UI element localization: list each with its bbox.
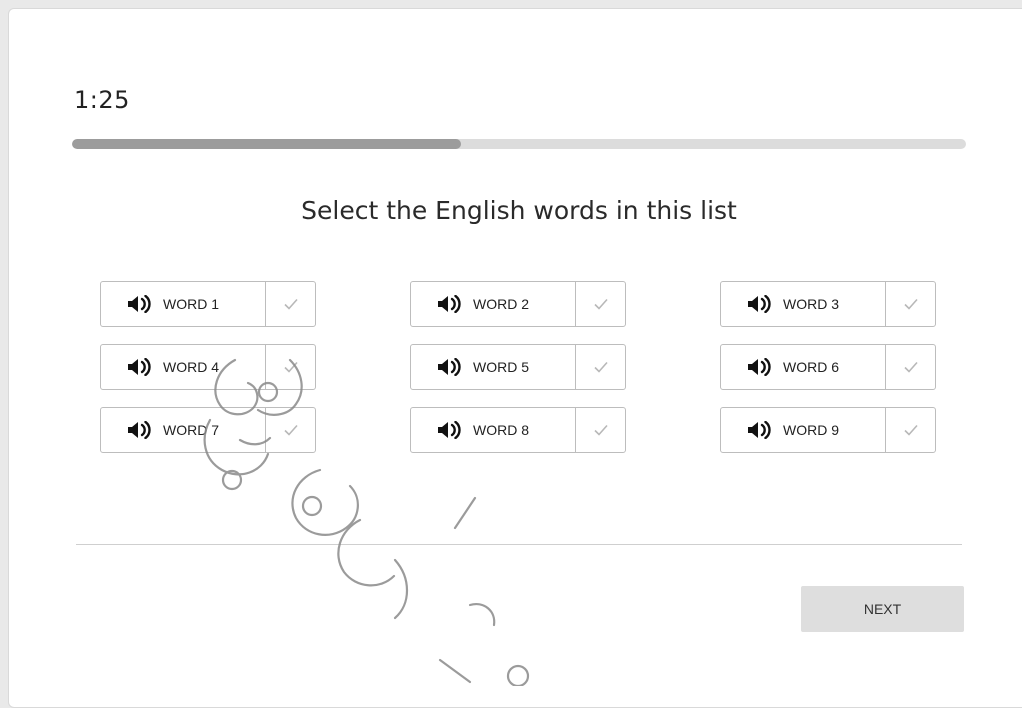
checkmark-icon [903,298,918,310]
word-option: WORD 9 [720,407,936,453]
speaker-icon [748,358,771,376]
word-label: WORD 7 [163,422,219,438]
play-audio-button[interactable]: WORD 3 [721,282,885,326]
progress-bar [72,139,966,149]
word-grid: WORD 1 WORD 2 WORD 3 WORD 4 WORD 5 WORD … [100,281,940,461]
word-option: WORD 3 [720,281,936,327]
word-option: WORD 1 [100,281,316,327]
countdown-timer: 1:25 [74,86,130,114]
speaker-icon [128,421,151,439]
speaker-icon [128,358,151,376]
speaker-icon [128,295,151,313]
select-word-button[interactable] [575,345,625,389]
play-audio-button[interactable]: WORD 9 [721,408,885,452]
play-audio-button[interactable]: WORD 4 [101,345,265,389]
select-word-button[interactable] [575,282,625,326]
word-label: WORD 5 [473,359,529,375]
progress-fill [72,139,461,149]
word-label: WORD 4 [163,359,219,375]
select-word-button[interactable] [885,345,935,389]
checkmark-icon [283,361,298,373]
select-word-button[interactable] [885,282,935,326]
word-option: WORD 6 [720,344,936,390]
checkmark-icon [593,361,608,373]
word-label: WORD 8 [473,422,529,438]
play-audio-button[interactable]: WORD 6 [721,345,885,389]
word-label: WORD 6 [783,359,839,375]
select-word-button[interactable] [885,408,935,452]
checkmark-icon [283,424,298,436]
play-audio-button[interactable]: WORD 1 [101,282,265,326]
select-word-button[interactable] [265,408,315,452]
select-word-button[interactable] [265,345,315,389]
checkmark-icon [903,424,918,436]
play-audio-button[interactable]: WORD 8 [411,408,575,452]
question-prompt: Select the English words in this list [301,196,737,225]
play-audio-button[interactable]: WORD 2 [411,282,575,326]
speaker-icon [748,295,771,313]
play-audio-button[interactable]: WORD 5 [411,345,575,389]
word-label: WORD 1 [163,296,219,312]
word-option: WORD 2 [410,281,626,327]
play-audio-button[interactable]: WORD 7 [101,408,265,452]
footer-divider [76,544,962,545]
select-word-button[interactable] [575,408,625,452]
next-button[interactable]: NEXT [801,586,964,632]
word-label: WORD 3 [783,296,839,312]
word-label: WORD 9 [783,422,839,438]
word-option: WORD 5 [410,344,626,390]
word-option: WORD 7 [100,407,316,453]
speaker-icon [438,421,461,439]
speaker-icon [438,358,461,376]
checkmark-icon [593,298,608,310]
checkmark-icon [283,298,298,310]
checkmark-icon [593,424,608,436]
checkmark-icon [903,361,918,373]
word-option: WORD 8 [410,407,626,453]
word-option: WORD 4 [100,344,316,390]
select-word-button[interactable] [265,282,315,326]
speaker-icon [748,421,771,439]
speaker-icon [438,295,461,313]
word-label: WORD 2 [473,296,529,312]
